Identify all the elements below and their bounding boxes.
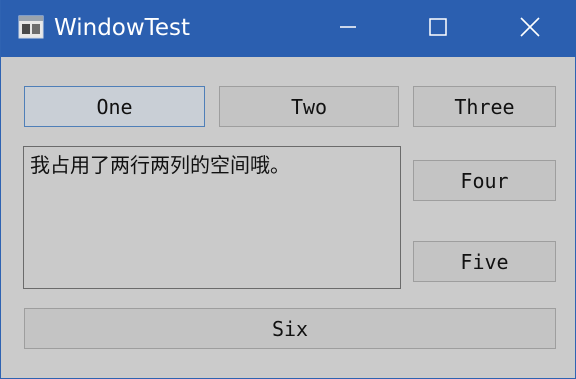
two-button[interactable]: Two	[219, 86, 399, 127]
three-button[interactable]: Three	[413, 86, 556, 127]
one-button[interactable]: One	[24, 86, 205, 127]
minimize-icon	[338, 17, 358, 41]
text-edit-area[interactable]: 我占用了两行两列的空间哦。	[23, 146, 401, 289]
four-button[interactable]: Four	[413, 160, 556, 201]
window-title: WindowTest	[54, 15, 190, 41]
main-window: WindowTest One Two Three 我占用了两行两列的空间哦。 F…	[0, 0, 576, 379]
close-icon	[519, 16, 541, 42]
five-button[interactable]: Five	[413, 241, 556, 282]
title-bar[interactable]: WindowTest	[1, 0, 576, 57]
app-window-icon	[18, 15, 44, 39]
minimize-button[interactable]	[313, 0, 383, 57]
six-button[interactable]: Six	[24, 308, 556, 349]
close-button[interactable]	[495, 0, 565, 57]
maximize-button[interactable]	[403, 0, 473, 57]
maximize-icon	[428, 17, 448, 41]
